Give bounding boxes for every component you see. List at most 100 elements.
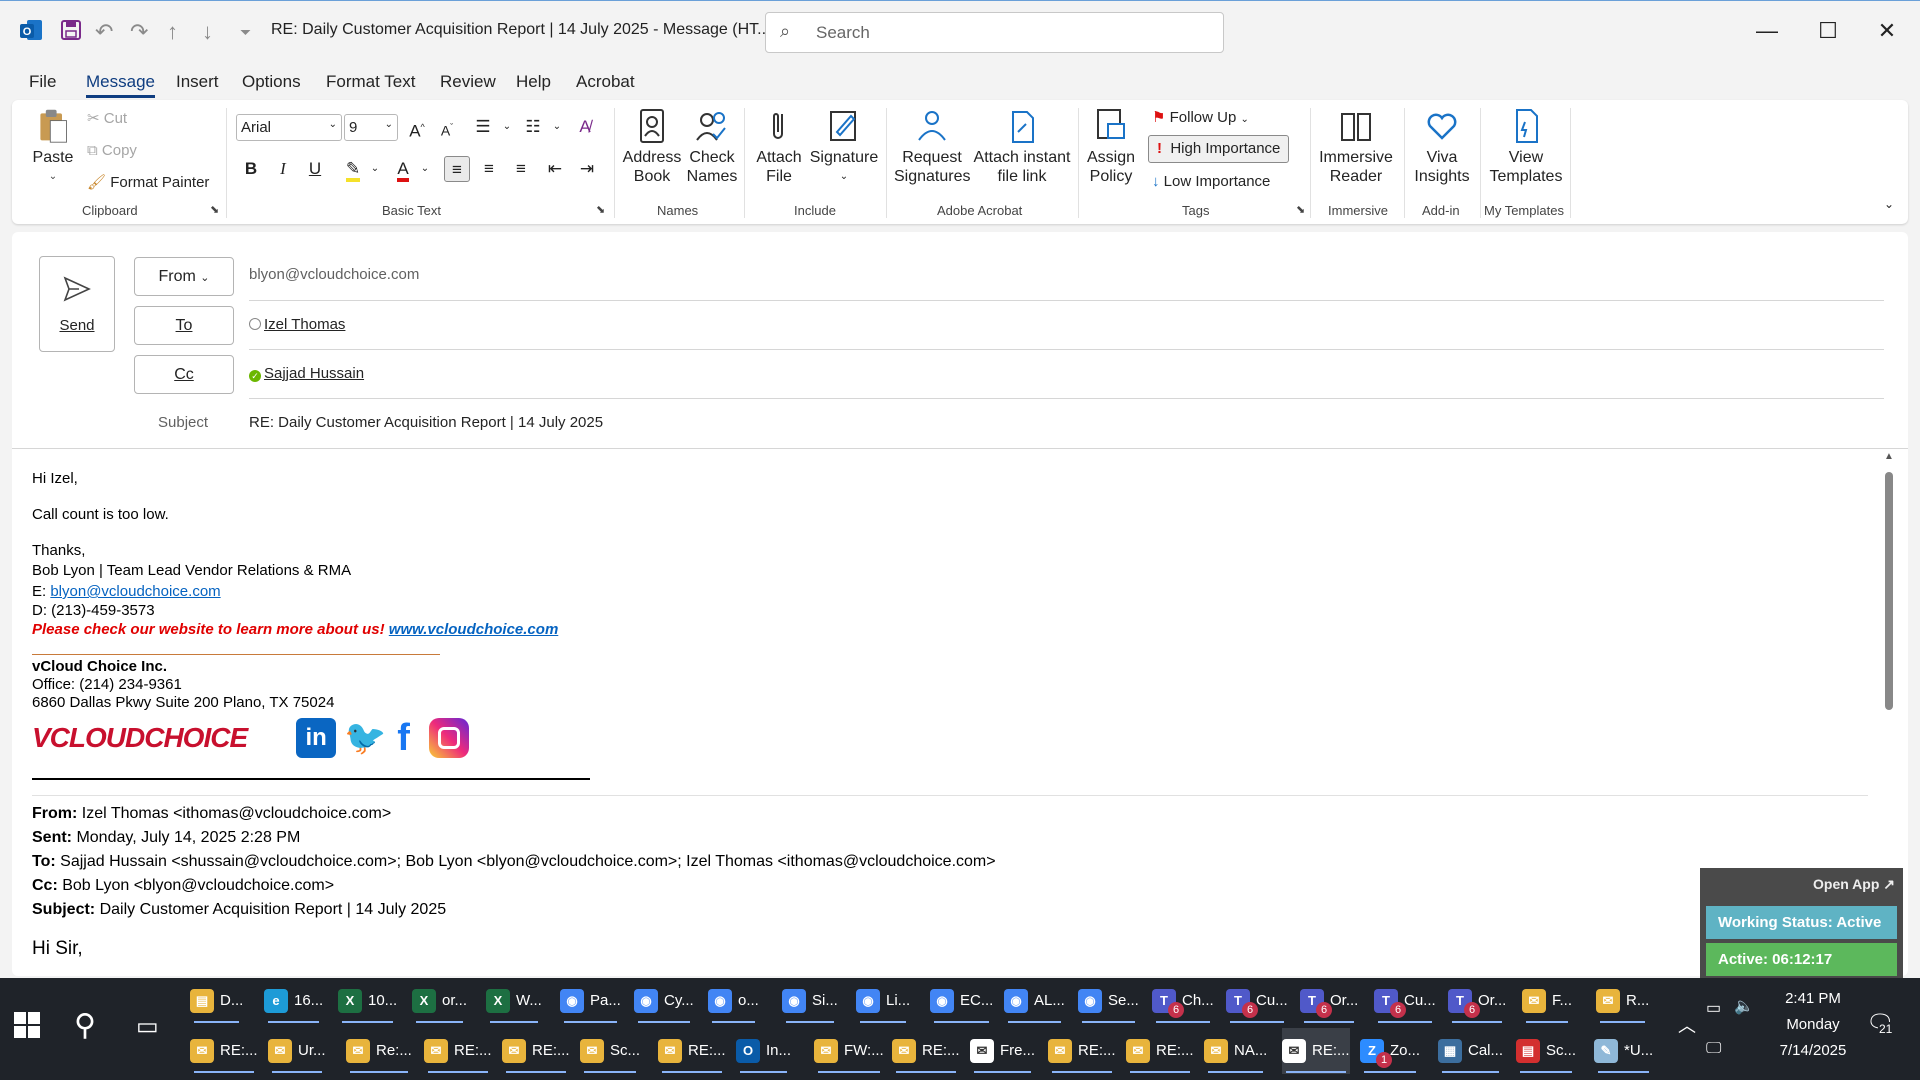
search-icon[interactable]: ⚲: [74, 1008, 96, 1043]
taskbar-item[interactable]: ▤ D...: [190, 978, 243, 1024]
minimize-button[interactable]: —: [1747, 15, 1787, 47]
copy-button[interactable]: ⧉ Copy: [87, 141, 137, 161]
taskbar-item[interactable]: T Cu... 6: [1374, 978, 1436, 1024]
to-recipient[interactable]: Izel Thomas: [264, 316, 345, 333]
undo-icon[interactable]: ↶: [95, 19, 113, 45]
bullets-icon[interactable]: ☰: [470, 114, 496, 140]
attach-instant-link-button[interactable]: Attach instant file link: [972, 108, 1072, 186]
taskbar-item[interactable]: ◉ AL...: [1004, 978, 1065, 1024]
shrink-font-icon[interactable]: Aˇ: [434, 114, 460, 140]
clear-formatting-icon[interactable]: A̸: [572, 114, 598, 140]
cc-button[interactable]: Cc: [134, 355, 234, 394]
show-hidden-icons[interactable]: ︿: [1678, 1012, 1696, 1038]
to-field[interactable]: Izel Thomas: [249, 316, 345, 333]
tab-review[interactable]: Review: [440, 72, 496, 92]
viva-insights-button[interactable]: Viva Insights: [1412, 108, 1472, 186]
network-icon[interactable]: 🖵: [1706, 1040, 1721, 1058]
send-button[interactable]: Send: [39, 256, 115, 352]
previous-item-icon[interactable]: ↑: [167, 19, 178, 45]
task-view-icon[interactable]: ▭: [136, 1012, 159, 1041]
ribbon-collapse-icon[interactable]: ⌄: [1884, 194, 1894, 214]
clipboard-launcher-icon[interactable]: ⬊: [210, 203, 219, 216]
tab-file[interactable]: File: [29, 72, 56, 92]
taskbar-item[interactable]: ✉ FW:...: [814, 1028, 884, 1074]
taskbar-item[interactable]: T Ch... 6: [1152, 978, 1214, 1024]
taskbar-item[interactable]: ✉ Sc...: [580, 1028, 640, 1074]
taskbar-item[interactable]: X 10...: [338, 978, 397, 1024]
paste-button[interactable]: Paste ⌄: [30, 108, 76, 186]
taskbar-item[interactable]: e 16...: [264, 978, 323, 1024]
taskbar-item[interactable]: ✉ RE:...: [502, 1028, 570, 1074]
view-templates-button[interactable]: View Templates: [1488, 108, 1564, 186]
check-names-button[interactable]: Check Names: [684, 108, 740, 186]
facebook-icon[interactable]: f: [389, 718, 419, 758]
taskbar-item[interactable]: ✉ Fre...: [970, 1028, 1035, 1074]
taskbar-item[interactable]: ◉ Cy...: [634, 978, 694, 1024]
align-center-icon[interactable]: ≡: [476, 156, 502, 182]
cut-button[interactable]: ✂ Cut: [87, 109, 127, 129]
bold-icon[interactable]: B: [238, 156, 264, 182]
taskbar-item[interactable]: ◉ Si...: [782, 978, 838, 1024]
taskbar-item[interactable]: ✎ *U...: [1594, 1028, 1653, 1074]
redo-icon[interactable]: ↷: [130, 19, 148, 45]
taskbar-item[interactable]: ✉ RE:...: [1048, 1028, 1116, 1074]
request-signatures-button[interactable]: Request Signatures: [894, 108, 971, 186]
taskbar-item[interactable]: ✉ NA...: [1204, 1028, 1267, 1074]
taskbar-item[interactable]: T Or... 6: [1448, 978, 1506, 1024]
clock[interactable]: 2:41 PM Monday 7/14/2025: [1768, 990, 1858, 1059]
signature-button[interactable]: Signature ⌄: [808, 108, 880, 186]
taskbar-item[interactable]: ✉ RE:...: [190, 1028, 258, 1074]
taskbar-item[interactable]: ✉ RE:...: [892, 1028, 960, 1074]
font-size-select[interactable]: 9 ⌄: [344, 114, 398, 141]
decrease-indent-icon[interactable]: ⇤: [542, 156, 568, 182]
italic-icon[interactable]: I: [270, 156, 296, 182]
taskbar-item[interactable]: O In...: [736, 1028, 791, 1074]
taskbar-item[interactable]: X W...: [486, 978, 542, 1024]
taskbar-item[interactable]: Z Zo... 1: [1360, 1028, 1420, 1074]
signature-dropdown-icon[interactable]: ⌄: [808, 167, 880, 186]
taskbar-item[interactable]: ✉ RE:...: [658, 1028, 726, 1074]
tab-message[interactable]: Message: [86, 72, 155, 98]
numbering-dropdown-icon[interactable]: ⌄: [544, 114, 570, 140]
format-painter-button[interactable]: 🖌 Format Painter: [87, 173, 209, 193]
battery-icon[interactable]: ▭: [1706, 998, 1721, 1018]
cc-field[interactable]: ✓ Sajjad Hussain: [249, 365, 364, 382]
font-name-select[interactable]: Arial ⌄: [236, 114, 342, 141]
address-book-button[interactable]: Address Book: [622, 108, 682, 186]
attach-file-button[interactable]: Attach File: [754, 108, 804, 186]
font-color-dropdown-icon[interactable]: ⌄: [412, 156, 438, 182]
taskbar-item[interactable]: ◉ Pa...: [560, 978, 621, 1024]
scroll-thumb[interactable]: [1885, 472, 1893, 710]
twitter-icon[interactable]: 🐦: [344, 718, 386, 758]
linkedin-icon[interactable]: in: [296, 718, 337, 758]
subject-field[interactable]: RE: Daily Customer Acquisition Report | …: [249, 414, 603, 431]
from-button[interactable]: From ⌄: [134, 257, 234, 296]
notifications-icon[interactable]: 🗨21: [1866, 1010, 1894, 1036]
instagram-icon[interactable]: [428, 718, 469, 758]
numbering-icon[interactable]: ☷: [520, 114, 546, 140]
highlight-dropdown-icon[interactable]: ⌄: [362, 156, 388, 182]
taskbar-item[interactable]: ◉ EC...: [930, 978, 993, 1024]
taskbar-item[interactable]: ✉ R...: [1596, 978, 1649, 1024]
taskbar-item[interactable]: ▦ Cal...: [1438, 1028, 1503, 1074]
underline-icon[interactable]: U: [302, 156, 328, 182]
taskbar-item[interactable]: ◉ Li...: [856, 978, 910, 1024]
tags-launcher-icon[interactable]: ⬊: [1296, 203, 1305, 216]
customize-toolbar-icon[interactable]: ⏷: [240, 19, 251, 45]
taskbar-item[interactable]: ◉ o...: [708, 978, 759, 1024]
next-item-icon[interactable]: ↓: [202, 19, 213, 45]
bullets-dropdown-icon[interactable]: ⌄: [494, 114, 520, 140]
immersive-reader-button[interactable]: Immersive Reader: [1318, 108, 1394, 186]
tab-format-text[interactable]: Format Text: [326, 72, 415, 92]
taskbar-item[interactable]: ▤ Sc...: [1516, 1028, 1576, 1074]
taskbar-item[interactable]: ✉ RE:...: [1126, 1028, 1194, 1074]
volume-icon[interactable]: 🔈: [1734, 996, 1754, 1016]
taskbar-item[interactable]: T Cu... 6: [1226, 978, 1288, 1024]
to-button[interactable]: To: [134, 306, 234, 345]
scroll-up-icon[interactable]: ▲: [1882, 452, 1896, 462]
open-app-button[interactable]: Open App ↗: [1813, 876, 1895, 893]
sig-website-link[interactable]: www.vcloudchoice.com: [389, 621, 558, 638]
taskbar-item[interactable]: T Or... 6: [1300, 978, 1358, 1024]
align-left-icon[interactable]: ≡: [444, 156, 470, 182]
taskbar-item[interactable]: ✉ RE:...: [1282, 1028, 1350, 1074]
